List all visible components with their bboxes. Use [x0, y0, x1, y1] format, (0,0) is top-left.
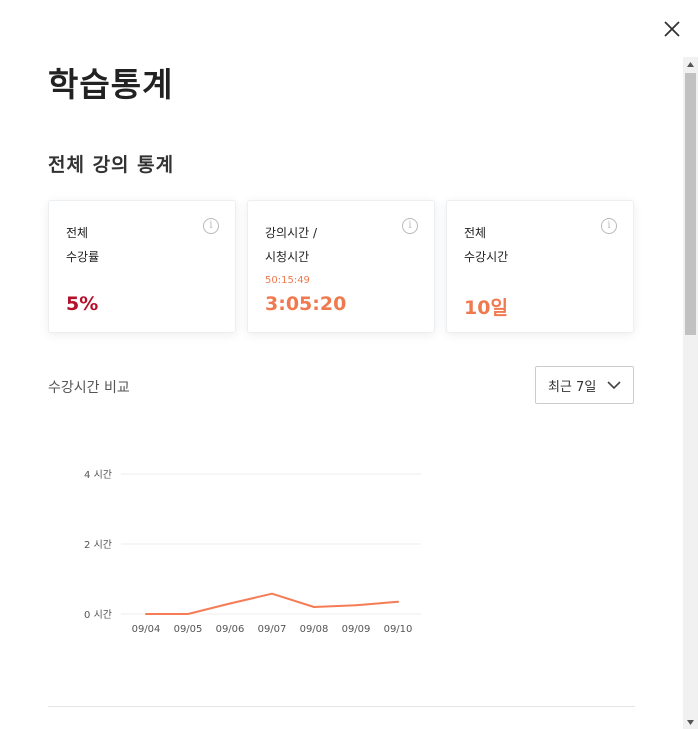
x-tick-label: 09/10 [384, 624, 413, 635]
data-point [229, 602, 231, 605]
data-point [313, 606, 315, 608]
card-label: 전체 수강시간 [464, 221, 508, 269]
card-label-line2: 수강시간 [464, 250, 509, 264]
scroll-thumb[interactable] [685, 73, 696, 335]
info-icon[interactable]: i [402, 218, 418, 234]
data-point [271, 592, 273, 595]
period-select-value: 최근 7일 [548, 379, 597, 395]
card-value: 3:05:20 [265, 293, 347, 315]
stat-cards: 전체 수강률 i 5% 강의시간 / 시청시간 i 50:15:49 3:05:… [48, 200, 635, 333]
section-divider [48, 706, 635, 707]
y-tick-label: 4 시간 [84, 469, 112, 481]
x-tick-label: 09/06 [216, 624, 245, 635]
x-tick-label: 09/07 [258, 624, 287, 635]
card-label: 강의시간 / 시청시간 [265, 221, 317, 269]
section-title: 전체 강의 통계 [48, 154, 175, 176]
card-value: 5% [66, 293, 99, 315]
x-tick-label: 09/04 [132, 624, 161, 635]
data-point [145, 613, 147, 615]
card-label-line1: 전체 [464, 226, 487, 240]
scroll-down-arrow[interactable] [683, 715, 698, 729]
page-title: 학습통계 [48, 65, 174, 104]
study-time-chart: 0 시간 2 시간 4 시간 09/04 09/05 09/06 09/07 09/08 09/… [84, 469, 421, 635]
close-icon [664, 21, 680, 37]
x-tick-label: 09/08 [300, 624, 329, 635]
x-tick-label: 09/09 [342, 624, 371, 635]
x-tick-label: 09/05 [174, 624, 203, 635]
card-watch-time: 강의시간 / 시청시간 i 50:15:49 3:05:20 [247, 200, 435, 333]
scroll-up-arrow[interactable] [683, 57, 698, 71]
chevron-down-icon [607, 381, 621, 390]
data-point [397, 600, 399, 603]
card-label-line1: 강의시간 / [265, 226, 318, 240]
card-label: 전체 수강률 [66, 221, 99, 269]
series-line [146, 592, 399, 615]
info-icon[interactable]: i [203, 218, 219, 234]
card-value: 10일 [464, 297, 508, 319]
compare-label: 수강시간 비교 [48, 380, 130, 396]
close-button[interactable] [660, 17, 684, 41]
card-total-progress: 전체 수강률 i 5% [48, 200, 236, 333]
card-label-line1: 전체 [66, 226, 89, 240]
card-sub-value: 50:15:49 [265, 275, 310, 286]
triangle-up-icon [687, 61, 694, 67]
info-icon[interactable]: i [601, 218, 617, 234]
data-point [187, 613, 189, 615]
triangle-down-icon [687, 719, 694, 725]
period-select[interactable]: 최근 7일 [535, 366, 634, 404]
card-label-line2: 수강률 [66, 250, 100, 264]
data-point [355, 604, 357, 607]
card-total-study-time: 전체 수강시간 i 10일 [446, 200, 634, 333]
y-tick-label: 0 시간 [84, 609, 112, 621]
scrollbar[interactable] [683, 57, 698, 729]
y-tick-label: 2 시간 [84, 539, 112, 551]
card-label-line2: 시청시간 [265, 250, 310, 264]
